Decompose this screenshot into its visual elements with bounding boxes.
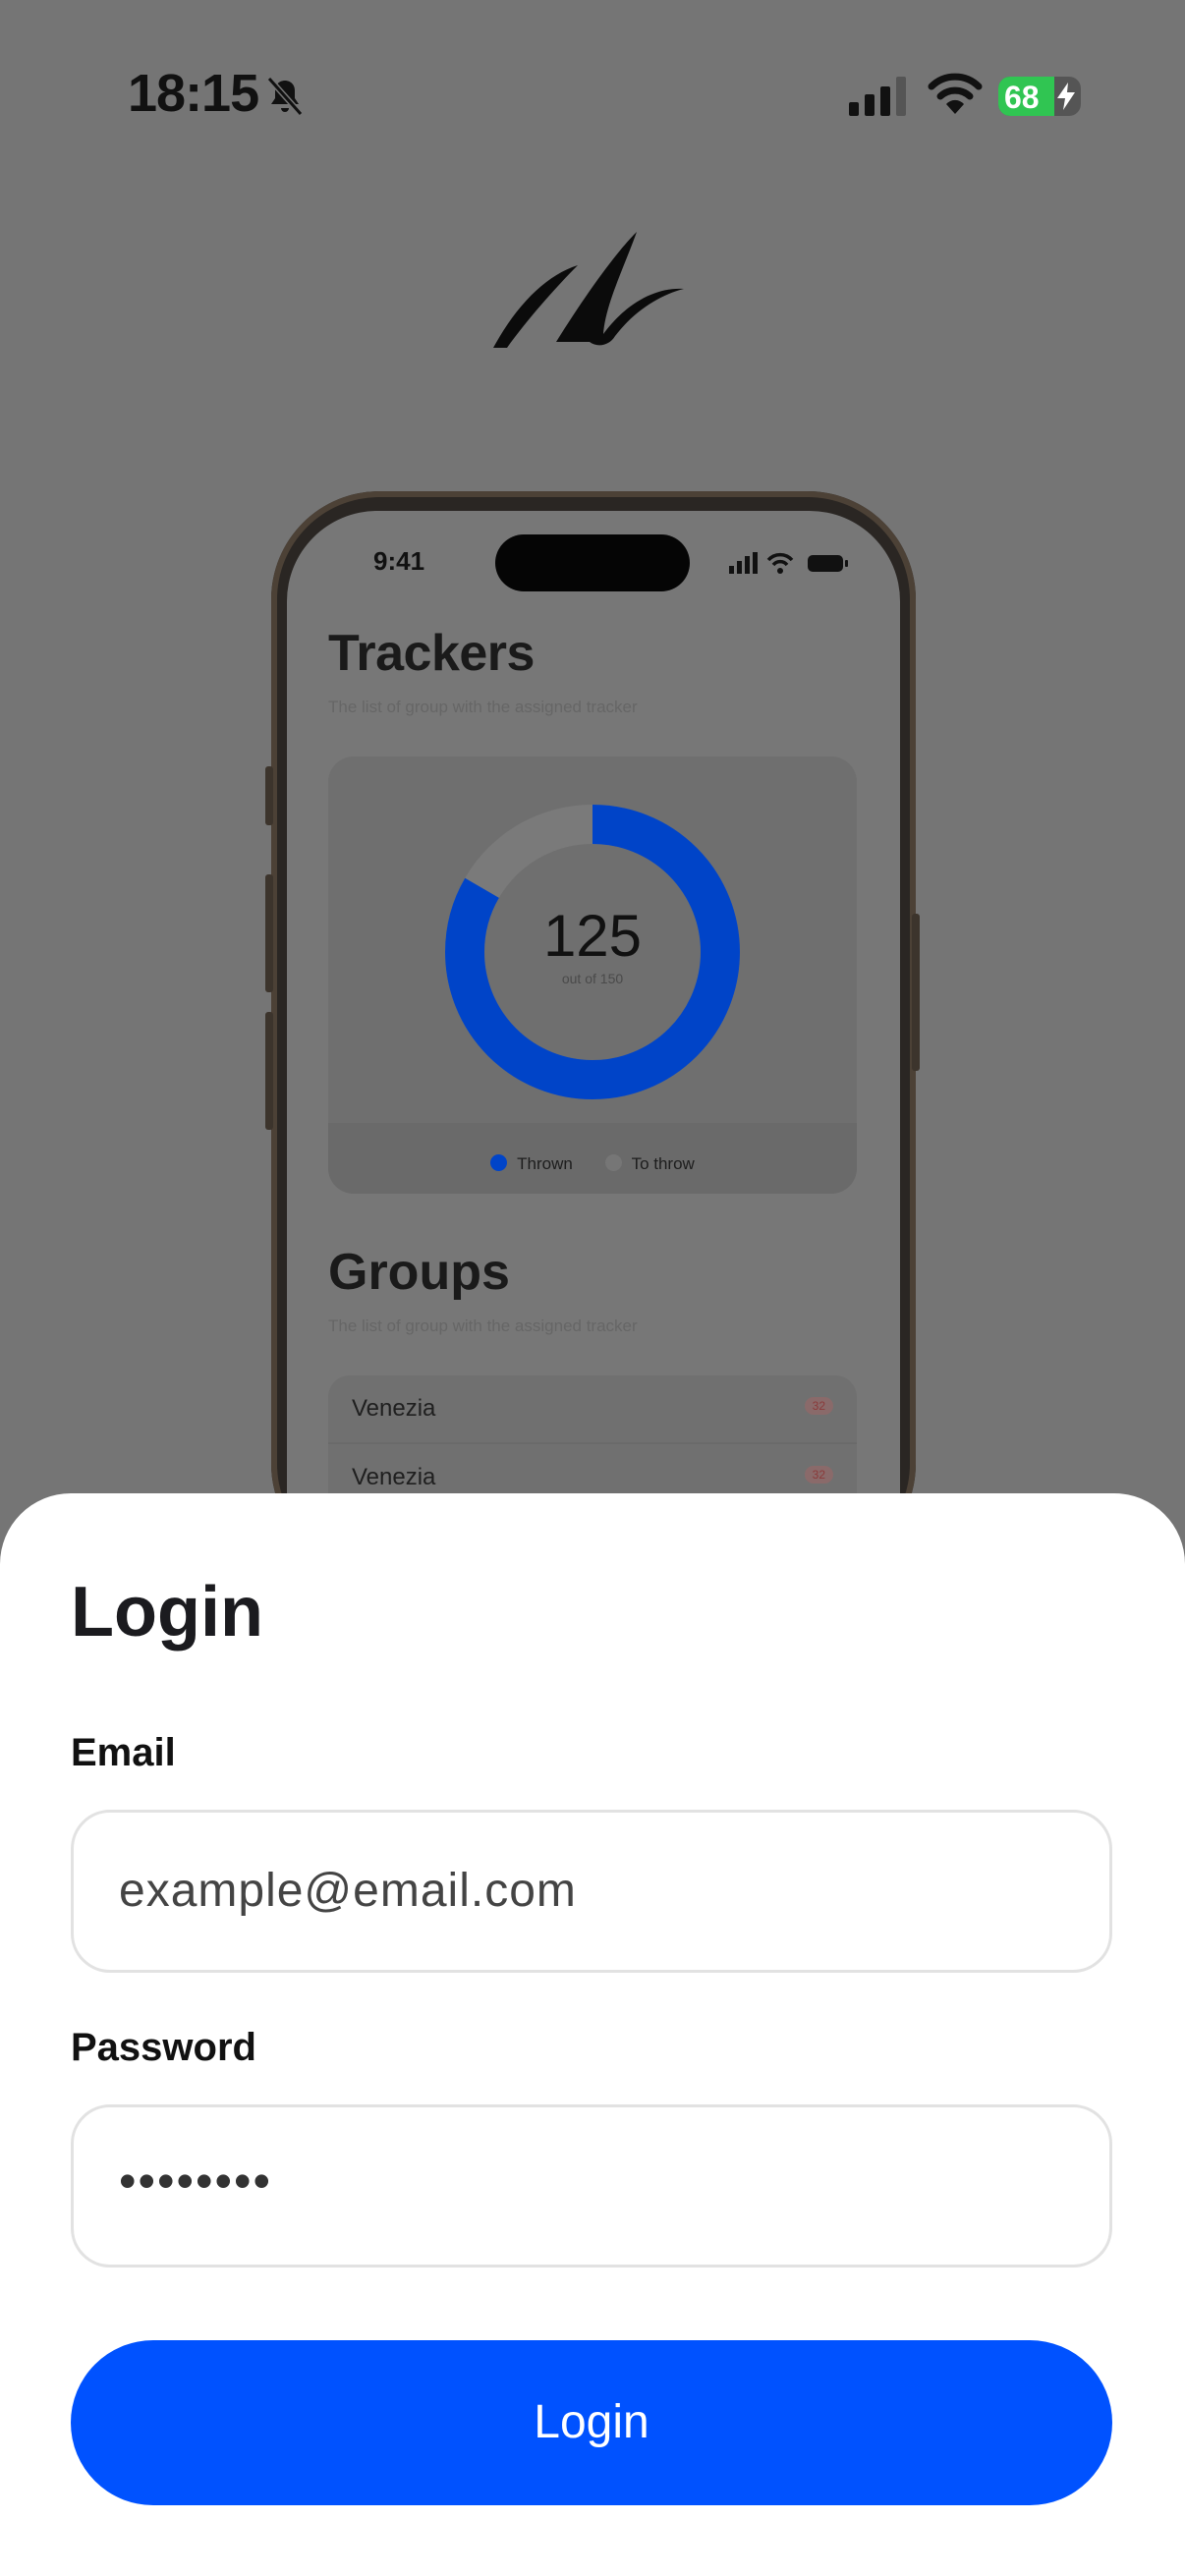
phone-button xyxy=(912,914,920,1071)
group-name: Venezia xyxy=(352,1464,436,1490)
legend-to-throw: To throw xyxy=(604,1154,695,1174)
legend-thrown-label: Thrown xyxy=(517,1154,573,1173)
login-title: Login xyxy=(71,1573,263,1652)
list-item: Venezia 32 xyxy=(328,1375,857,1444)
legend-to-throw-label: To throw xyxy=(631,1154,695,1173)
preview-status-icons xyxy=(729,552,848,574)
bell-slash-icon xyxy=(266,77,304,116)
email-label: Email xyxy=(71,1731,176,1774)
trackers-subtitle: The list of group with the assigned trac… xyxy=(328,698,638,716)
brand-logo xyxy=(493,232,684,348)
groups-title: Groups xyxy=(328,1244,510,1301)
tracker-total: 125 xyxy=(542,903,643,969)
password-value: •••••••• xyxy=(119,2154,273,2209)
battery-percent: 68 xyxy=(1004,80,1040,115)
phone-button xyxy=(265,766,273,825)
groups-subtitle: The list of group with the assigned trac… xyxy=(328,1316,638,1335)
email-placeholder: example@email.com xyxy=(119,1865,577,1917)
legend-dot-thrown xyxy=(490,1154,508,1171)
login-button[interactable]: Login xyxy=(71,2340,1112,2505)
wifi-icon xyxy=(928,73,983,114)
status-time: 18:15 xyxy=(128,64,259,123)
trackers-card: 125 out of 150 Thrown To throw xyxy=(328,756,857,1194)
email-field[interactable]: example@email.com xyxy=(71,1810,1112,1973)
charging-bolt-icon xyxy=(1057,83,1075,110)
phone-button xyxy=(265,1012,273,1130)
dynamic-island xyxy=(495,534,690,591)
battery-charging-icon: 68 xyxy=(998,77,1081,116)
password-field[interactable]: •••••••• xyxy=(71,2104,1112,2268)
tracker-total-caption: out of 150 xyxy=(561,971,624,986)
group-name: Venezia xyxy=(352,1395,436,1422)
legend-dot-to-throw xyxy=(604,1154,622,1171)
password-label: Password xyxy=(71,2026,256,2069)
cellular-signal-icon xyxy=(849,77,906,116)
phone-screen-preview: 9:41 Trackers The list of group with the… xyxy=(287,511,900,1592)
preview-time: 9:41 xyxy=(373,546,425,576)
legend-thrown: Thrown xyxy=(490,1154,573,1174)
phone-button xyxy=(265,874,273,992)
login-sheet: Login Email example@email.com Password •… xyxy=(0,1493,1185,2576)
group-count-badge: 32 xyxy=(804,1397,833,1415)
status-bar: 18:15 68 xyxy=(0,0,1185,196)
trackers-title: Trackers xyxy=(328,625,535,682)
donut-legend: Thrown To throw xyxy=(328,1154,857,1174)
group-count-badge: 32 xyxy=(804,1466,833,1484)
